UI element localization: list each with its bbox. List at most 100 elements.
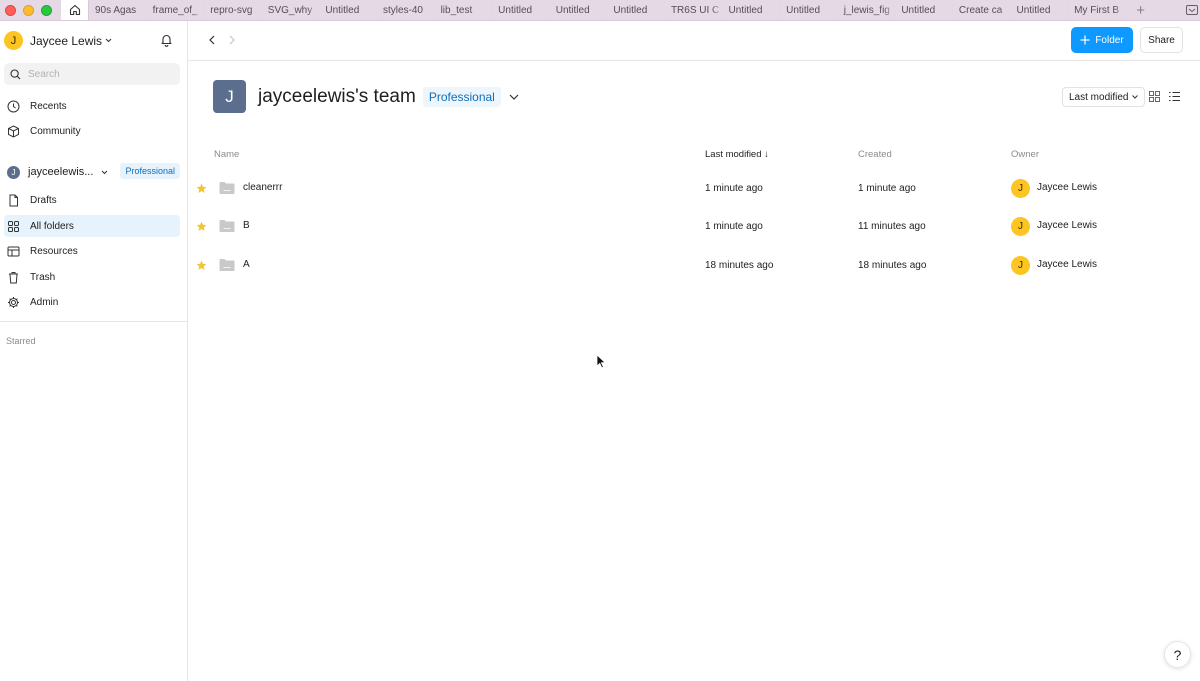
sidebar: J Jaycee Lewis Search Recents Community … [0, 21, 188, 681]
file-tab[interactable]: Untitled [319, 0, 377, 20]
folder-name: B [243, 220, 250, 231]
file-tabs: 90s Agas frame_of_ repro-svg SVG_why Untitle… [89, 0, 1126, 20]
folder-icon [219, 182, 235, 194]
browser-tab-bar: 90s Agas frame_of_ repro-svg SVG_why Untitle… [0, 0, 1200, 21]
mouse-cursor [596, 354, 606, 372]
home-icon [69, 4, 80, 16]
created-cell: 1 minute ago [858, 183, 916, 194]
new-folder-button[interactable]: Folder [1071, 27, 1133, 53]
list-view-button[interactable] [1168, 90, 1181, 106]
file-icon [9, 194, 18, 206]
last-modified-cell: 1 minute ago [705, 221, 763, 232]
plan-badge: Professional [422, 86, 501, 107]
sidebar-item-drafts[interactable]: Drafts [4, 189, 180, 211]
team-header: J jayceelewis's team Professional [213, 80, 519, 113]
file-tab[interactable]: 90s Agas [89, 0, 147, 20]
account-menu[interactable]: J Jaycee Lewis [4, 31, 112, 50]
avatar: J [4, 31, 23, 50]
star-icon[interactable] [196, 183, 207, 194]
team-name: jayceelewis... [28, 166, 94, 178]
file-tab[interactable]: Untitled [780, 0, 838, 20]
notifications-button[interactable] [160, 33, 173, 50]
star-icon[interactable] [196, 260, 207, 271]
sidebar-item-label: Resources [30, 245, 78, 257]
sidebar-item-recents[interactable]: Recents [4, 95, 180, 117]
tab-overflow[interactable] [1184, 0, 1200, 20]
table-row[interactable]: cleanerrr 1 minute ago 1 minute ago J Jaycee… [188, 170, 1200, 208]
last-modified-cell: 1 minute ago [705, 183, 763, 194]
folder-name: cleanerrr [243, 182, 283, 193]
created-cell: 18 minutes ago [858, 260, 927, 271]
chevron-right-icon [229, 35, 235, 45]
plus-icon: + [1136, 1, 1146, 19]
sidebar-item-all-folders[interactable]: All folders [4, 215, 180, 237]
cursor-icon [596, 354, 606, 369]
sidebar-item-trash[interactable]: Trash [4, 266, 180, 288]
sidebar-item-resources[interactable]: Resources [4, 240, 180, 262]
search-input[interactable]: Search [4, 63, 180, 85]
sort-dropdown[interactable]: Last modified [1062, 87, 1146, 107]
file-tab[interactable]: Untitled [895, 0, 953, 20]
column-header-created[interactable]: Created [858, 149, 892, 160]
share-button[interactable]: Share [1140, 27, 1183, 53]
file-tab[interactable]: Untitled [550, 0, 608, 20]
avatar: J [1011, 179, 1030, 198]
sidebar-item-label: Drafts [30, 194, 57, 206]
new-tab-button[interactable]: + [1126, 0, 1156, 20]
file-tab[interactable]: My First B [1068, 0, 1126, 20]
community-icon [8, 124, 19, 138]
window-controls [0, 0, 61, 20]
chevron-down-icon[interactable] [509, 94, 519, 100]
starred-section-label[interactable]: Starred [6, 336, 36, 346]
grid-icon [8, 220, 19, 232]
minimize-window-button[interactable] [23, 4, 34, 16]
file-tab[interactable]: repro-svg [204, 0, 262, 20]
file-tab[interactable]: lib_test [435, 0, 493, 20]
maximize-window-button[interactable] [41, 4, 52, 16]
owner-name: Jaycee Lewis [1037, 259, 1098, 270]
divider [0, 321, 188, 322]
sidebar-item-community[interactable]: Community [4, 120, 180, 142]
file-tab[interactable]: Untitled [1011, 0, 1069, 20]
sidebar-item-admin[interactable]: Admin [4, 291, 180, 313]
grid-view-button[interactable] [1148, 90, 1161, 106]
home-tab[interactable] [61, 0, 89, 20]
file-tab[interactable]: TR6S UI C [665, 0, 723, 20]
file-tab[interactable]: Untitled [607, 0, 665, 20]
column-header-last-modified[interactable]: Last modified ↓ [705, 149, 769, 160]
created-cell: 11 minutes ago [858, 221, 926, 232]
resources-icon [7, 246, 20, 256]
file-tab[interactable]: j_lewis_fig [838, 0, 896, 20]
help-button[interactable]: ? [1164, 641, 1191, 668]
search-placeholder: Search [28, 68, 60, 80]
list-icon [1169, 91, 1180, 102]
back-button[interactable] [208, 34, 216, 49]
chevron-down-icon [105, 38, 112, 43]
window-icon [1186, 5, 1198, 15]
file-tab[interactable]: Create ca [953, 0, 1011, 20]
owner-name: Jaycee Lewis [1037, 182, 1098, 193]
sidebar-item-label: All folders [30, 220, 74, 232]
avatar: J [1011, 256, 1030, 275]
file-tab[interactable]: Untitled [492, 0, 550, 20]
table-row[interactable]: B 1 minute ago 11 minutes ago J Jaycee Lewis [188, 208, 1200, 246]
chevron-down-icon [1132, 95, 1139, 99]
folder-name: A [243, 259, 250, 270]
team-avatar: J [7, 165, 20, 179]
forward-button[interactable] [228, 34, 236, 49]
file-tab[interactable]: Untitled [723, 0, 781, 20]
column-header-owner[interactable]: Owner [1011, 149, 1039, 160]
column-header-name[interactable]: Name [214, 149, 239, 160]
table-row[interactable]: A 18 minutes ago 18 minutes ago J Jaycee Lew… [188, 247, 1200, 285]
grid-icon [1149, 91, 1160, 102]
file-tab[interactable]: frame_of_ [147, 0, 205, 20]
plus-icon [1080, 35, 1090, 45]
star-icon[interactable] [196, 221, 207, 232]
team-avatar-large: J [213, 80, 246, 113]
sort-label: Last modified [1069, 91, 1129, 103]
file-tab[interactable]: SVG_why [262, 0, 320, 20]
team-switcher[interactable]: J jayceelewis... Professional [4, 162, 180, 182]
file-tab[interactable]: styles-40 [377, 0, 435, 20]
plan-badge: Professional [120, 163, 180, 179]
close-window-button[interactable] [5, 4, 16, 16]
